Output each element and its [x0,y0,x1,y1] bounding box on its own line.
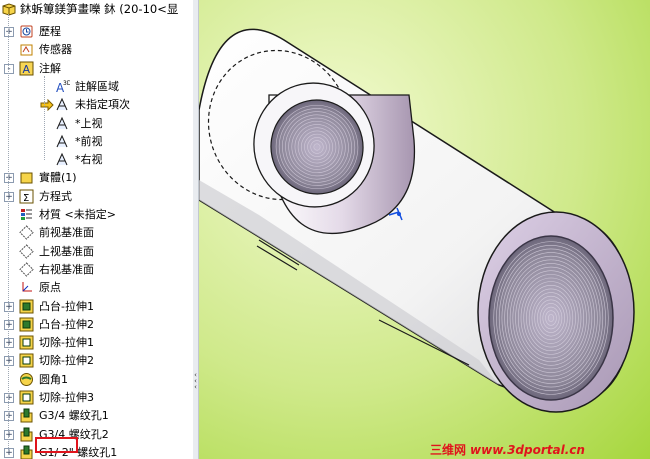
annotation-view-icon [56,97,68,111]
tree-item-history[interactable]: + 歷程 [0,23,193,41]
part-name: 鈢蚸篿鎂笋畫嚛 鈢 (20-10<显 [20,2,179,16]
feature-manager-tree: 鈢蚸篿鎂笋畫嚛 鈢 (20-10<显 + 歷程传感器 -A 注解 A3D 註解區域未指定項… [0,0,194,459]
history-icon [20,25,33,38]
graphics-viewport[interactable] [199,0,650,459]
tree-item-label: 凸台-拉伸2 [39,317,94,331]
collapse-arrows-icon[interactable]: ‹ ‹ ‹ [193,372,198,400]
hole-wizard-icon [20,427,33,442]
tree-item-ann-right[interactable]: *右视 [0,151,193,169]
tree-item-cut-extrude1[interactable]: + 切除-拉伸1 [0,334,193,352]
tree-item-label: 圆角1 [39,372,68,386]
tree-item-boss-extrude1[interactable]: + 凸台-拉伸1 [0,298,193,316]
tree-item-origin[interactable]: 原点 [0,279,193,297]
cut-icon [19,335,34,350]
annotation-icon: A [19,61,34,76]
tree-item-label: 上视基准面 [39,244,94,258]
expand-icon[interactable]: + [4,191,14,202]
tree-item-label: 實體(1) [39,171,77,185]
expand-icon[interactable]: + [4,447,14,458]
tree-item-label: 歷程 [39,25,61,38]
annotation-area-icon: A3D [56,80,70,94]
expand-icon[interactable]: + [4,319,14,330]
svg-text:Σ: Σ [23,193,29,204]
tree-item-top-plane[interactable]: 上视基准面 [0,243,193,261]
solid-body-icon [20,172,33,184]
svg-text:3D: 3D [63,80,70,87]
tree-item-label: *上视 [75,116,103,130]
tree-item-label: 凸台-拉伸1 [39,299,94,313]
plane-icon [19,243,34,259]
thread-label-highlight [35,437,78,453]
tree-item-label: 材質 <未指定> [39,208,116,221]
tree-connector [8,14,9,454]
svg-text:A: A [23,63,31,76]
tree-item-cut-extrude3[interactable]: + 切除-拉伸3 [0,389,193,407]
tree-item-label: 註解區域 [75,79,119,93]
expand-icon[interactable]: + [4,429,14,440]
tree-item-ann-unassigned[interactable]: 未指定項次 [0,96,193,114]
tree-item-label: 未指定項次 [75,98,130,112]
origin-icon [22,282,32,292]
tree-item-label: 原点 [39,281,61,295]
collapse-icon[interactable]: - [4,63,14,74]
tree-item-sensors[interactable]: 传感器 [0,41,193,59]
expand-icon[interactable]: + [4,411,14,422]
hole-wizard-icon [20,445,33,459]
material-icon [21,209,32,220]
expand-icon[interactable]: + [4,356,14,367]
tree-item-label: 前视基准面 [39,226,94,240]
annotation-view-icon [56,134,68,148]
expand-icon[interactable]: + [4,338,14,349]
plane-icon [19,225,34,241]
sensor-icon [20,44,33,56]
tree-item-annotations[interactable]: - A 注解 [0,60,193,78]
tree-item-label: 切除-拉伸1 [39,336,94,350]
expand-icon[interactable]: + [4,173,14,184]
tree-item-thread2[interactable]: + G3/4 螺纹孔2 [0,426,193,444]
tree-item-label: 切除-拉伸2 [39,354,94,368]
equation-icon: Σ [19,189,34,204]
tree-item-cut-extrude2[interactable]: + 切除-拉伸2 [0,352,193,370]
watermark-cn: 三维网 [430,443,467,457]
fillet-icon [20,372,33,386]
tree-item-label: 传感器 [39,43,72,57]
tree-item-boss-extrude2[interactable]: + 凸台-拉伸2 [0,316,193,334]
tree-item-right-plane[interactable]: 右视基准面 [0,261,193,279]
expand-icon[interactable]: + [4,27,14,37]
current-arrow-icon [40,99,54,112]
expand-icon[interactable]: + [4,301,14,312]
tree-item-label: G3/4 螺纹孔1 [39,409,109,423]
annotation-view-icon [56,152,68,166]
watermark: 三维网 www.3dportal.cn [430,441,585,458]
tree-item-front-plane[interactable]: 前视基准面 [0,224,193,242]
tree-item-thread1[interactable]: + G3/4 螺纹孔1 [0,407,193,425]
tree-title[interactable]: 鈢蚸篿鎂笋畫嚛 鈢 (20-10<显 [0,0,193,18]
tree-item-label: 切除-拉伸3 [39,391,94,404]
watermark-url: www.3dportal.cn [470,443,585,457]
tree-item-label: 方程式 [39,189,72,203]
tree-item-label: *右视 [75,153,103,167]
tree-item-thread3[interactable]: + G1/ 2" 螺纹孔1 [0,444,193,459]
tree-item-fillet1[interactable]: 圆角1 [0,371,193,389]
tree-item-equations[interactable]: + Σ 方程式 [0,188,193,206]
tree-item-ann-area[interactable]: A3D 註解區域 [0,78,193,96]
extrude-icon [19,299,34,313]
cut-icon [19,353,34,368]
plane-icon [19,262,34,277]
tree-item-material[interactable]: 材質 <未指定> [0,206,193,224]
part-icon [2,3,16,16]
tree-item-ann-top[interactable]: *上视 [0,115,193,133]
cut-icon [19,390,34,405]
tree-item-label: *前视 [75,134,103,148]
tree-item-ann-front[interactable]: *前视 [0,133,193,151]
expand-icon[interactable]: + [4,393,14,403]
extrude-icon [19,317,34,332]
tree-connector [44,76,45,160]
tree-item-label: 右视基准面 [39,262,94,276]
tree-item-label: 注解 [39,61,61,75]
hole-wizard-icon [20,408,33,423]
annotation-view-icon [56,116,68,129]
tree-item-solid-bodies[interactable]: + 實體(1) [0,169,193,187]
